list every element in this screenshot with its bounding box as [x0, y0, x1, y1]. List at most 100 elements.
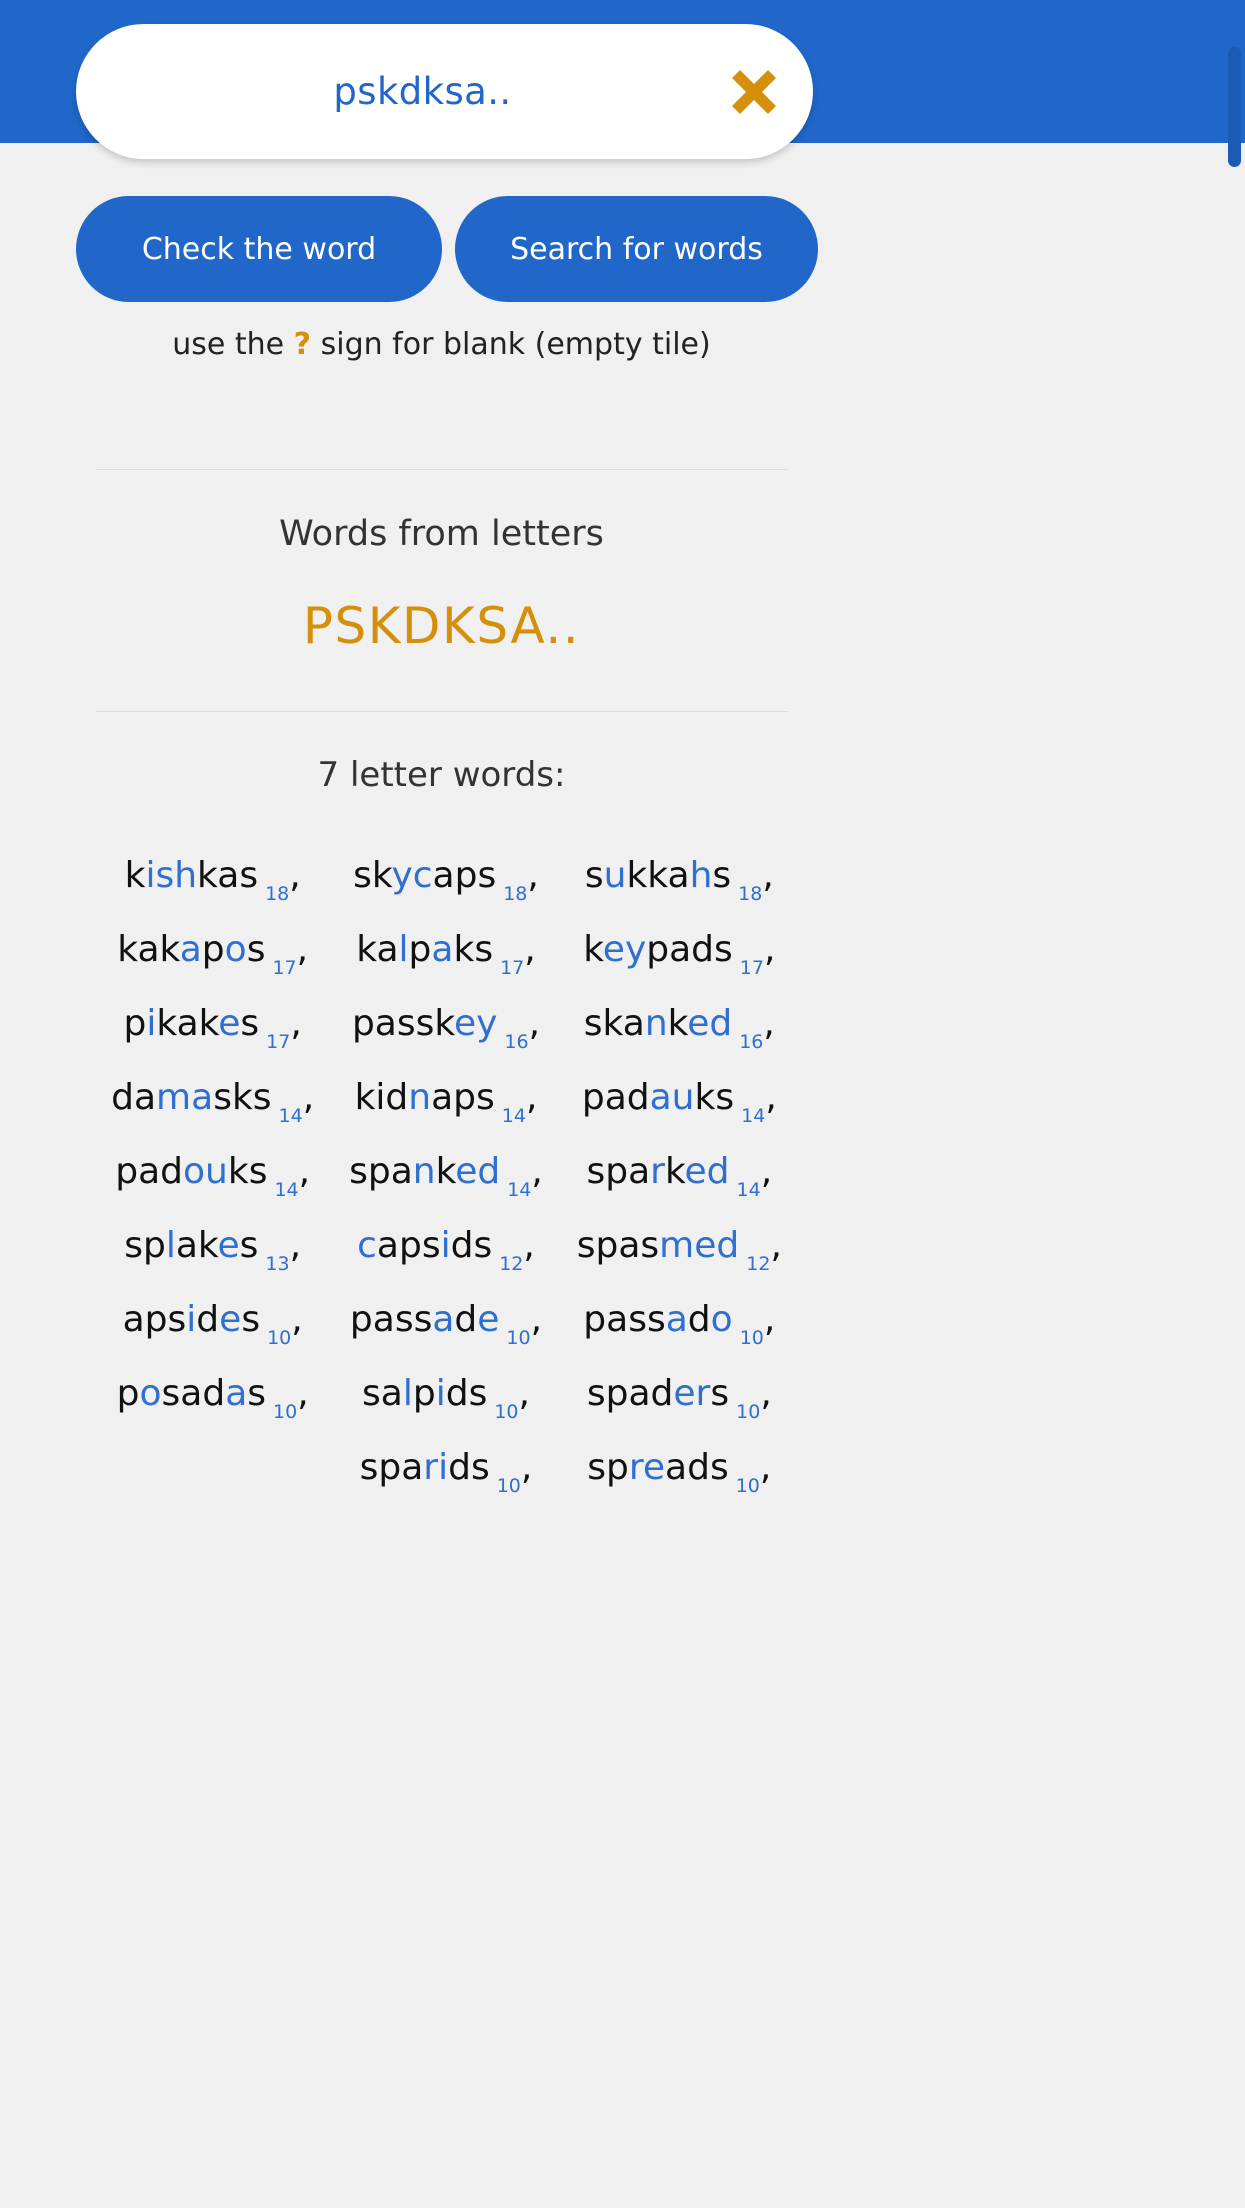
word-score: 17: [739, 957, 764, 979]
word-result-item[interactable]: salpids 10,: [329, 1356, 562, 1430]
word-result-item[interactable]: posadas 10,: [96, 1356, 329, 1430]
search-for-words-button[interactable]: Search for words: [455, 196, 818, 302]
word-text: passado: [583, 1298, 733, 1340]
word-text: skycaps: [353, 854, 497, 896]
word-result-item[interactable]: skanked 16,: [563, 986, 796, 1060]
word-result-item[interactable]: kalpaks 17,: [329, 912, 562, 986]
word-separator: ,: [520, 1446, 533, 1488]
word-text: passkey: [351, 1002, 498, 1044]
word-result-item[interactable]: apsides 10,: [96, 1282, 329, 1356]
word-score: 14: [507, 1179, 532, 1201]
word-text: damasks: [111, 1076, 272, 1118]
word-result-item[interactable]: kakapos 17,: [96, 912, 329, 986]
word-separator: ,: [298, 1150, 311, 1192]
word-text: splakes: [124, 1224, 259, 1266]
search-bar[interactable]: [76, 24, 813, 159]
word-text: pikakes: [123, 1002, 260, 1044]
word-result-item[interactable]: skycaps 18,: [329, 838, 562, 912]
close-x-icon: [718, 56, 790, 128]
word-result-item[interactable]: padouks 14,: [96, 1134, 329, 1208]
word-separator: ,: [531, 1150, 543, 1192]
word-text: spasmed: [576, 1224, 740, 1266]
letter-count-title: 7 letter words:: [317, 755, 566, 795]
question-mark-symbol: ?: [293, 327, 312, 362]
word-result-item[interactable]: pikakes 17,: [96, 986, 329, 1060]
word-score: 16: [504, 1031, 529, 1053]
word-separator: ,: [291, 1298, 303, 1340]
word-score: 17: [272, 957, 297, 979]
word-separator: ,: [296, 928, 309, 970]
word-text: posadas: [116, 1372, 267, 1414]
check-the-word-button[interactable]: Check the word: [76, 196, 442, 302]
word-score: 14: [278, 1105, 303, 1127]
word-score: 10: [739, 1327, 764, 1349]
word-result-item[interactable]: spasmed 12,: [563, 1208, 796, 1282]
word-separator: ,: [765, 1076, 777, 1118]
word-result-item[interactable]: kishkas 18,: [96, 838, 329, 912]
search-input[interactable]: [76, 70, 695, 113]
word-text: kidnaps: [354, 1076, 495, 1118]
word-score: 10: [496, 1475, 521, 1497]
hint-text-after: sign for blank (empty tile): [311, 327, 711, 362]
letters-display: PSKDKSA..: [302, 597, 581, 655]
page-scrollbar[interactable]: [1227, 0, 1245, 2208]
word-result-item[interactable]: sparked 14,: [563, 1134, 796, 1208]
word-text: passade: [349, 1298, 500, 1340]
word-score: 10: [494, 1401, 519, 1423]
word-result-item[interactable]: padauks 14,: [563, 1060, 796, 1134]
word-separator: ,: [760, 1372, 772, 1414]
word-result-item[interactable]: kidnaps 14,: [329, 1060, 562, 1134]
word-result-item[interactable]: capsids 12,: [329, 1208, 562, 1282]
word-separator: ,: [760, 1150, 773, 1192]
word-result-item[interactable]: sparids 10,: [329, 1430, 562, 1504]
word-result-item[interactable]: splakes 13,: [96, 1208, 329, 1282]
word-result-item[interactable]: keypads 17,: [563, 912, 796, 986]
word-result-item[interactable]: passado 10,: [563, 1282, 796, 1356]
word-score: 17: [500, 957, 525, 979]
word-score: 14: [501, 1105, 526, 1127]
word-result-item[interactable]: damasks 14,: [96, 1060, 329, 1134]
word-separator: ,: [302, 1076, 315, 1118]
word-text: sparids: [359, 1446, 490, 1488]
word-text: spaders: [586, 1372, 730, 1414]
word-score: 13: [265, 1253, 290, 1275]
word-separator: ,: [297, 1372, 309, 1414]
word-separator: ,: [527, 854, 539, 896]
word-result-item[interactable]: spanked 14,: [329, 1134, 562, 1208]
word-separator: ,: [770, 1224, 782, 1266]
word-text: spanked: [349, 1150, 501, 1192]
word-separator: ,: [763, 1002, 775, 1044]
word-separator: ,: [528, 1002, 541, 1044]
word-score: 12: [746, 1253, 771, 1275]
word-score: 18: [265, 883, 290, 905]
word-separator: ,: [763, 1298, 776, 1340]
word-results-grid: kishkas 18, skycaps 18, sukkahs 18, kakapos 17,…: [96, 838, 796, 1504]
scrollbar-thumb[interactable]: [1228, 47, 1241, 167]
word-separator: ,: [525, 1076, 538, 1118]
word-score: 10: [735, 1475, 760, 1497]
word-result-item[interactable]: passkey 16,: [329, 986, 562, 1060]
word-separator: ,: [762, 854, 774, 896]
word-text: salpids: [362, 1372, 488, 1414]
word-separator: ,: [290, 1002, 302, 1044]
word-text: kakapos: [117, 928, 266, 970]
word-text: spreads: [587, 1446, 729, 1488]
clear-search-button[interactable]: [695, 24, 813, 159]
word-text: sparked: [586, 1150, 730, 1192]
word-score: 14: [741, 1105, 766, 1127]
word-result-item[interactable]: sukkahs 18,: [563, 838, 796, 912]
word-separator: ,: [530, 1298, 543, 1340]
word-result-item[interactable]: spaders 10,: [563, 1356, 796, 1430]
divider-top: [96, 469, 788, 470]
word-score: 12: [499, 1253, 524, 1275]
word-result-item[interactable]: spreads 10,: [563, 1430, 796, 1504]
word-score: 14: [736, 1179, 761, 1201]
word-score: 10: [267, 1327, 292, 1349]
hint-text-before: use the: [172, 327, 294, 362]
word-text: kishkas: [124, 854, 259, 896]
word-text: padauks: [581, 1076, 735, 1118]
word-result-item[interactable]: passade 10,: [329, 1282, 562, 1356]
word-text: padouks: [115, 1150, 268, 1192]
word-score: 16: [739, 1031, 764, 1053]
word-score: 14: [274, 1179, 299, 1201]
